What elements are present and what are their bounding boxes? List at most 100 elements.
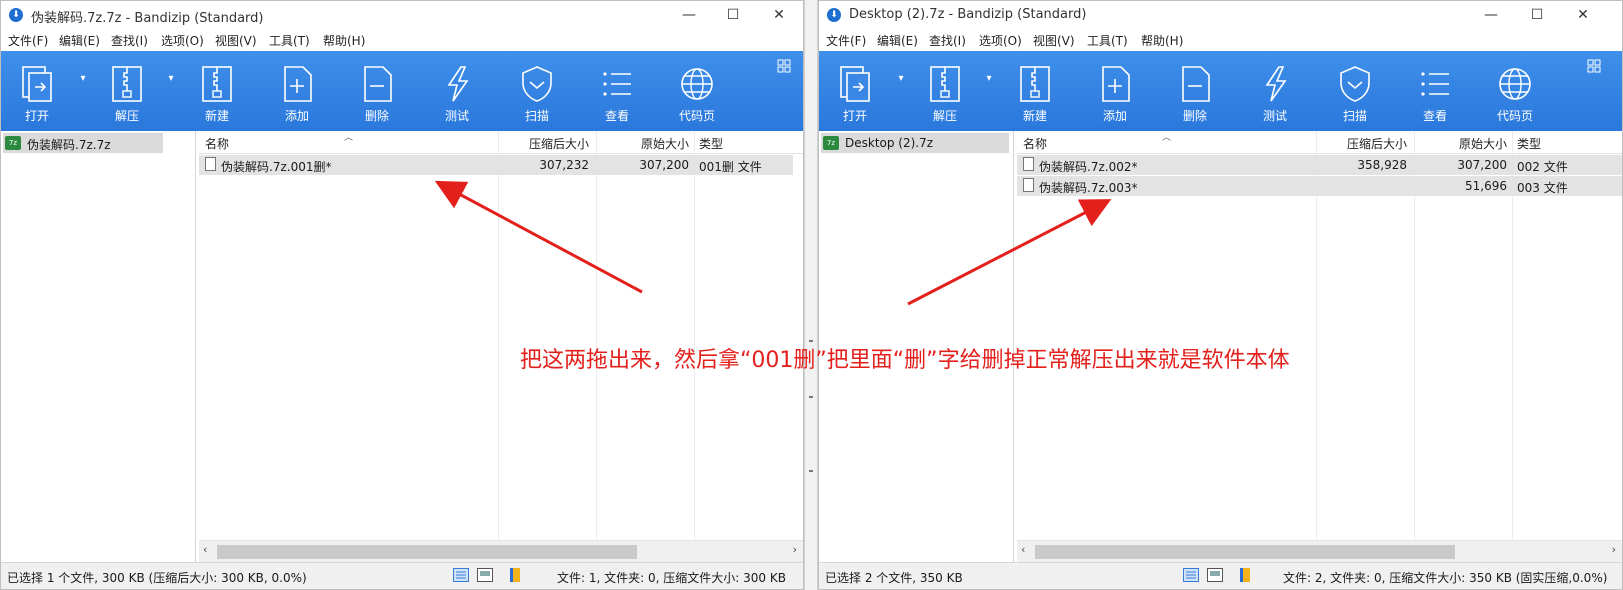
- scroll-left-icon[interactable]: ‹: [1021, 543, 1025, 556]
- gap-mark: [809, 396, 813, 398]
- menu-options[interactable]: 选项(O): [161, 32, 204, 49]
- view-label: 查看: [1422, 109, 1447, 123]
- new-button[interactable]: 新建: [181, 51, 253, 131]
- table-row[interactable]: 伪装解码.7z.001删* 307,232 307,200 001删 文件: [199, 155, 793, 175]
- col-type[interactable]: 类型: [699, 135, 723, 152]
- table-row[interactable]: 伪装解码.7z.002* 358,928 307,200 002 文件: [1017, 155, 1622, 175]
- col-name[interactable]: 名称: [1023, 135, 1047, 152]
- maximize-button[interactable]: ☐: [711, 1, 755, 29]
- open-button[interactable]: 打开: [1, 51, 73, 131]
- horizontal-scrollbar[interactable]: ‹ ›: [1017, 540, 1622, 563]
- scan-button[interactable]: 扫描: [1319, 51, 1391, 131]
- open-label: 打开: [842, 109, 867, 123]
- test-icon: [1265, 66, 1287, 102]
- col-packed[interactable]: 压缩后大小: [1307, 135, 1407, 152]
- test-button[interactable]: 测试: [1239, 51, 1311, 131]
- open-button[interactable]: 打开: [819, 51, 891, 131]
- scroll-thumb[interactable]: [217, 545, 637, 559]
- new-button[interactable]: 新建: [999, 51, 1071, 131]
- extract-button[interactable]: 解压: [909, 51, 981, 131]
- scroll-thumb[interactable]: [1035, 545, 1455, 559]
- row-name: 伪装解码.7z.001删*: [221, 160, 332, 174]
- codepage-button[interactable]: 代码页: [661, 51, 733, 131]
- col-packed[interactable]: 压缩后大小: [489, 135, 589, 152]
- sort-asc-icon: ︿: [344, 133, 354, 143]
- extract-dropdown-icon[interactable]: ▾: [165, 73, 177, 85]
- preview-view-icon[interactable]: [477, 568, 493, 582]
- minimize-button[interactable]: —: [1469, 1, 1513, 29]
- menu-view[interactable]: 视图(V): [1033, 32, 1075, 49]
- menu-options[interactable]: 选项(O): [979, 32, 1022, 49]
- scroll-right-icon[interactable]: ›: [793, 543, 797, 556]
- codepage-label: 代码页: [1496, 109, 1533, 123]
- col-size[interactable]: 原始大小: [591, 135, 689, 152]
- menu-help[interactable]: 帮助(H): [323, 32, 365, 49]
- codepage-label: 代码页: [678, 109, 715, 123]
- open-dropdown-icon[interactable]: ▾: [895, 73, 907, 85]
- view-button[interactable]: 查看: [1399, 51, 1471, 131]
- close-button[interactable]: ✕: [1561, 1, 1605, 29]
- row-type: 002 文件: [1517, 160, 1568, 174]
- bookmark-icon[interactable]: [1237, 568, 1253, 582]
- maximize-button[interactable]: ☐: [1515, 1, 1559, 29]
- scroll-left-icon[interactable]: ‹: [203, 543, 207, 556]
- col-name[interactable]: 名称: [205, 135, 229, 152]
- menu-view[interactable]: 视图(V): [215, 32, 257, 49]
- archive-7z-icon: 7z: [823, 136, 839, 150]
- menu-tools[interactable]: 工具(T): [1087, 32, 1128, 49]
- details-view-icon[interactable]: [453, 568, 469, 582]
- add-button[interactable]: 添加: [261, 51, 333, 131]
- title-bar[interactable]: ⬇ Desktop (2).7z - Bandizip (Standard) —…: [819, 1, 1622, 29]
- view-button[interactable]: 查看: [581, 51, 653, 131]
- row-type: 003 文件: [1517, 181, 1568, 195]
- menu-help[interactable]: 帮助(H): [1141, 32, 1183, 49]
- status-summary: 文件: 1, 文件夹: 0, 压缩文件大小: 300 KB: [557, 571, 786, 585]
- scroll-right-icon[interactable]: ›: [1612, 543, 1616, 556]
- horizontal-scrollbar[interactable]: ‹ ›: [199, 540, 803, 563]
- layout-grid-icon[interactable]: [777, 59, 791, 73]
- menu-edit[interactable]: 编辑(E): [59, 32, 100, 49]
- open-dropdown-icon[interactable]: ▾: [77, 73, 89, 85]
- menu-find[interactable]: 查找(I): [111, 32, 148, 49]
- new-label: 新建: [204, 109, 229, 123]
- col-type[interactable]: 类型: [1517, 135, 1541, 152]
- open-label: 打开: [24, 109, 49, 123]
- minimize-button[interactable]: —: [667, 1, 711, 29]
- scan-button[interactable]: 扫描: [501, 51, 573, 131]
- tree-item-label: Desktop (2).7z: [845, 136, 934, 150]
- tree-item-archive[interactable]: 7z 伪装解码.7z.7z: [3, 133, 163, 153]
- delete-button[interactable]: 删除: [1159, 51, 1231, 131]
- col-size[interactable]: 原始大小: [1409, 135, 1507, 152]
- row-size: 51,696: [1465, 179, 1507, 193]
- add-button[interactable]: 添加: [1079, 51, 1151, 131]
- scan-icon: [522, 66, 552, 102]
- codepage-icon: [1499, 68, 1531, 100]
- annotation-text: 把这两拖出来，然后拿“001删”把里面“删”字给删掉正常解压出来就是软件本体: [520, 348, 1290, 373]
- extract-dropdown-icon[interactable]: ▾: [983, 73, 995, 85]
- bookmark-icon[interactable]: [507, 568, 523, 582]
- test-button[interactable]: 测试: [421, 51, 493, 131]
- codepage-button[interactable]: 代码页: [1479, 51, 1551, 131]
- delete-button[interactable]: 删除: [341, 51, 413, 131]
- layout-grid-icon[interactable]: [1587, 59, 1601, 73]
- row-name: 伪装解码.7z.002*: [1039, 160, 1138, 174]
- preview-view-icon[interactable]: [1207, 568, 1223, 582]
- title-bar[interactable]: ⬇ 伪装解码.7z.7z - Bandizip (Standard) — ☐ ✕: [1, 1, 803, 29]
- menu-tools[interactable]: 工具(T): [269, 32, 310, 49]
- bandizip-logo-icon: ⬇: [827, 8, 841, 22]
- add-label: 添加: [1102, 109, 1127, 123]
- add-icon: [284, 66, 312, 102]
- close-button[interactable]: ✕: [757, 1, 801, 29]
- tree-item-archive[interactable]: 7z Desktop (2).7z: [821, 133, 1009, 153]
- extract-icon: [930, 66, 960, 102]
- bandizip-window-left: ⬇ 伪装解码.7z.7z - Bandizip (Standard) — ☐ ✕…: [0, 0, 804, 590]
- details-view-icon[interactable]: [1183, 568, 1199, 582]
- row-size: 307,200: [639, 158, 689, 172]
- table-row[interactable]: 伪装解码.7z.003* 51,696 003 文件: [1017, 176, 1622, 196]
- bandizip-window-right: ⬇ Desktop (2).7z - Bandizip (Standard) —…: [818, 0, 1623, 590]
- extract-button[interactable]: 解压: [91, 51, 163, 131]
- menu-find[interactable]: 查找(I): [929, 32, 966, 49]
- menu-edit[interactable]: 编辑(E): [877, 32, 918, 49]
- menu-file[interactable]: 文件(F): [826, 32, 866, 49]
- menu-file[interactable]: 文件(F): [8, 32, 48, 49]
